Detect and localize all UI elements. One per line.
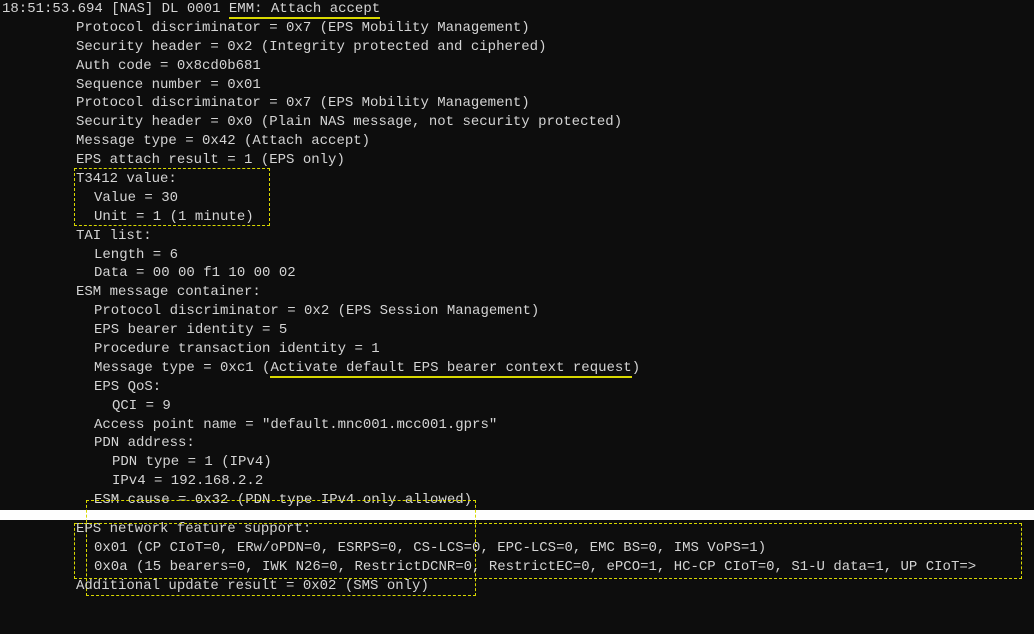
field-esm-label: ESM message container: bbox=[0, 283, 1034, 302]
field-esm-cause: ESM cause = 0x32 (PDN type IPv4 only all… bbox=[0, 491, 1034, 510]
field-tai-data: Data = 00 00 f1 10 00 02 bbox=[0, 264, 1034, 283]
log-segment-bottom: EPS network feature support: 0x01 (CP CI… bbox=[0, 520, 1034, 596]
direction: DL bbox=[162, 1, 179, 17]
field-esm-proc: Procedure transaction identity = 1 bbox=[0, 340, 1034, 359]
field-apn: Access point name = "default.mnc001.mcc0… bbox=[0, 416, 1034, 435]
esm-msg-suffix: ) bbox=[632, 360, 640, 376]
field-t3412-value: Value = 30 bbox=[0, 189, 1034, 208]
gap-separator bbox=[0, 510, 1034, 520]
field-eps-feature-2: 0x0a (15 bearers=0, IWK N26=0, RestrictD… bbox=[0, 558, 1034, 577]
log-segment-top: 18:51:53.694 [NAS] DL 0001 EMM: Attach a… bbox=[0, 0, 1034, 510]
field-eps-qos-label: EPS QoS: bbox=[0, 378, 1034, 397]
field-qci: QCI = 9 bbox=[0, 397, 1034, 416]
field-pdn-type: PDN type = 1 (IPv4) bbox=[0, 453, 1034, 472]
field-auth-code: Auth code = 0x8cd0b681 bbox=[0, 57, 1034, 76]
field-eps-feature-label: EPS network feature support: bbox=[0, 520, 1034, 539]
nas-tag: [NAS] bbox=[111, 1, 153, 17]
field-message-type: Message type = 0x42 (Attach accept) bbox=[0, 132, 1034, 151]
field-sequence-number: Sequence number = 0x01 bbox=[0, 76, 1034, 95]
sequence: 0001 bbox=[187, 1, 221, 17]
message-title: EMM: Attach accept bbox=[229, 1, 380, 19]
timestamp: 18:51:53.694 bbox=[2, 1, 103, 17]
field-tai-length: Length = 6 bbox=[0, 246, 1034, 265]
field-pdn-ipv4: IPv4 = 192.168.2.2 bbox=[0, 472, 1034, 491]
field-security-header-2: Security header = 0x0 (Plain NAS message… bbox=[0, 113, 1034, 132]
field-t3412-unit: Unit = 1 (1 minute) bbox=[0, 208, 1034, 227]
field-esm-protocol: Protocol discriminator = 0x2 (EPS Sessio… bbox=[0, 302, 1034, 321]
field-pdn-label: PDN address: bbox=[0, 434, 1034, 453]
esm-msg-highlight: Activate default EPS bearer context requ… bbox=[270, 360, 631, 378]
field-additional-update: Additional update result = 0x02 (SMS onl… bbox=[0, 577, 1034, 596]
header-line: 18:51:53.694 [NAS] DL 0001 EMM: Attach a… bbox=[0, 0, 1034, 19]
field-t3412-label: T3412 value: bbox=[0, 170, 1034, 189]
field-tai-label: TAI list: bbox=[0, 227, 1034, 246]
field-protocol-disc-2: Protocol discriminator = 0x7 (EPS Mobili… bbox=[0, 94, 1034, 113]
field-eps-feature-1: 0x01 (CP CIoT=0, ERw/oPDN=0, ESRPS=0, CS… bbox=[0, 539, 1034, 558]
field-esm-msg-type: Message type = 0xc1 (Activate default EP… bbox=[0, 359, 1034, 378]
field-attach-result: EPS attach result = 1 (EPS only) bbox=[0, 151, 1034, 170]
field-protocol-disc-1: Protocol discriminator = 0x7 (EPS Mobili… bbox=[0, 19, 1034, 38]
field-esm-bearer: EPS bearer identity = 5 bbox=[0, 321, 1034, 340]
field-security-header-1: Security header = 0x2 (Integrity protect… bbox=[0, 38, 1034, 57]
esm-msg-prefix: Message type = 0xc1 ( bbox=[94, 360, 270, 376]
